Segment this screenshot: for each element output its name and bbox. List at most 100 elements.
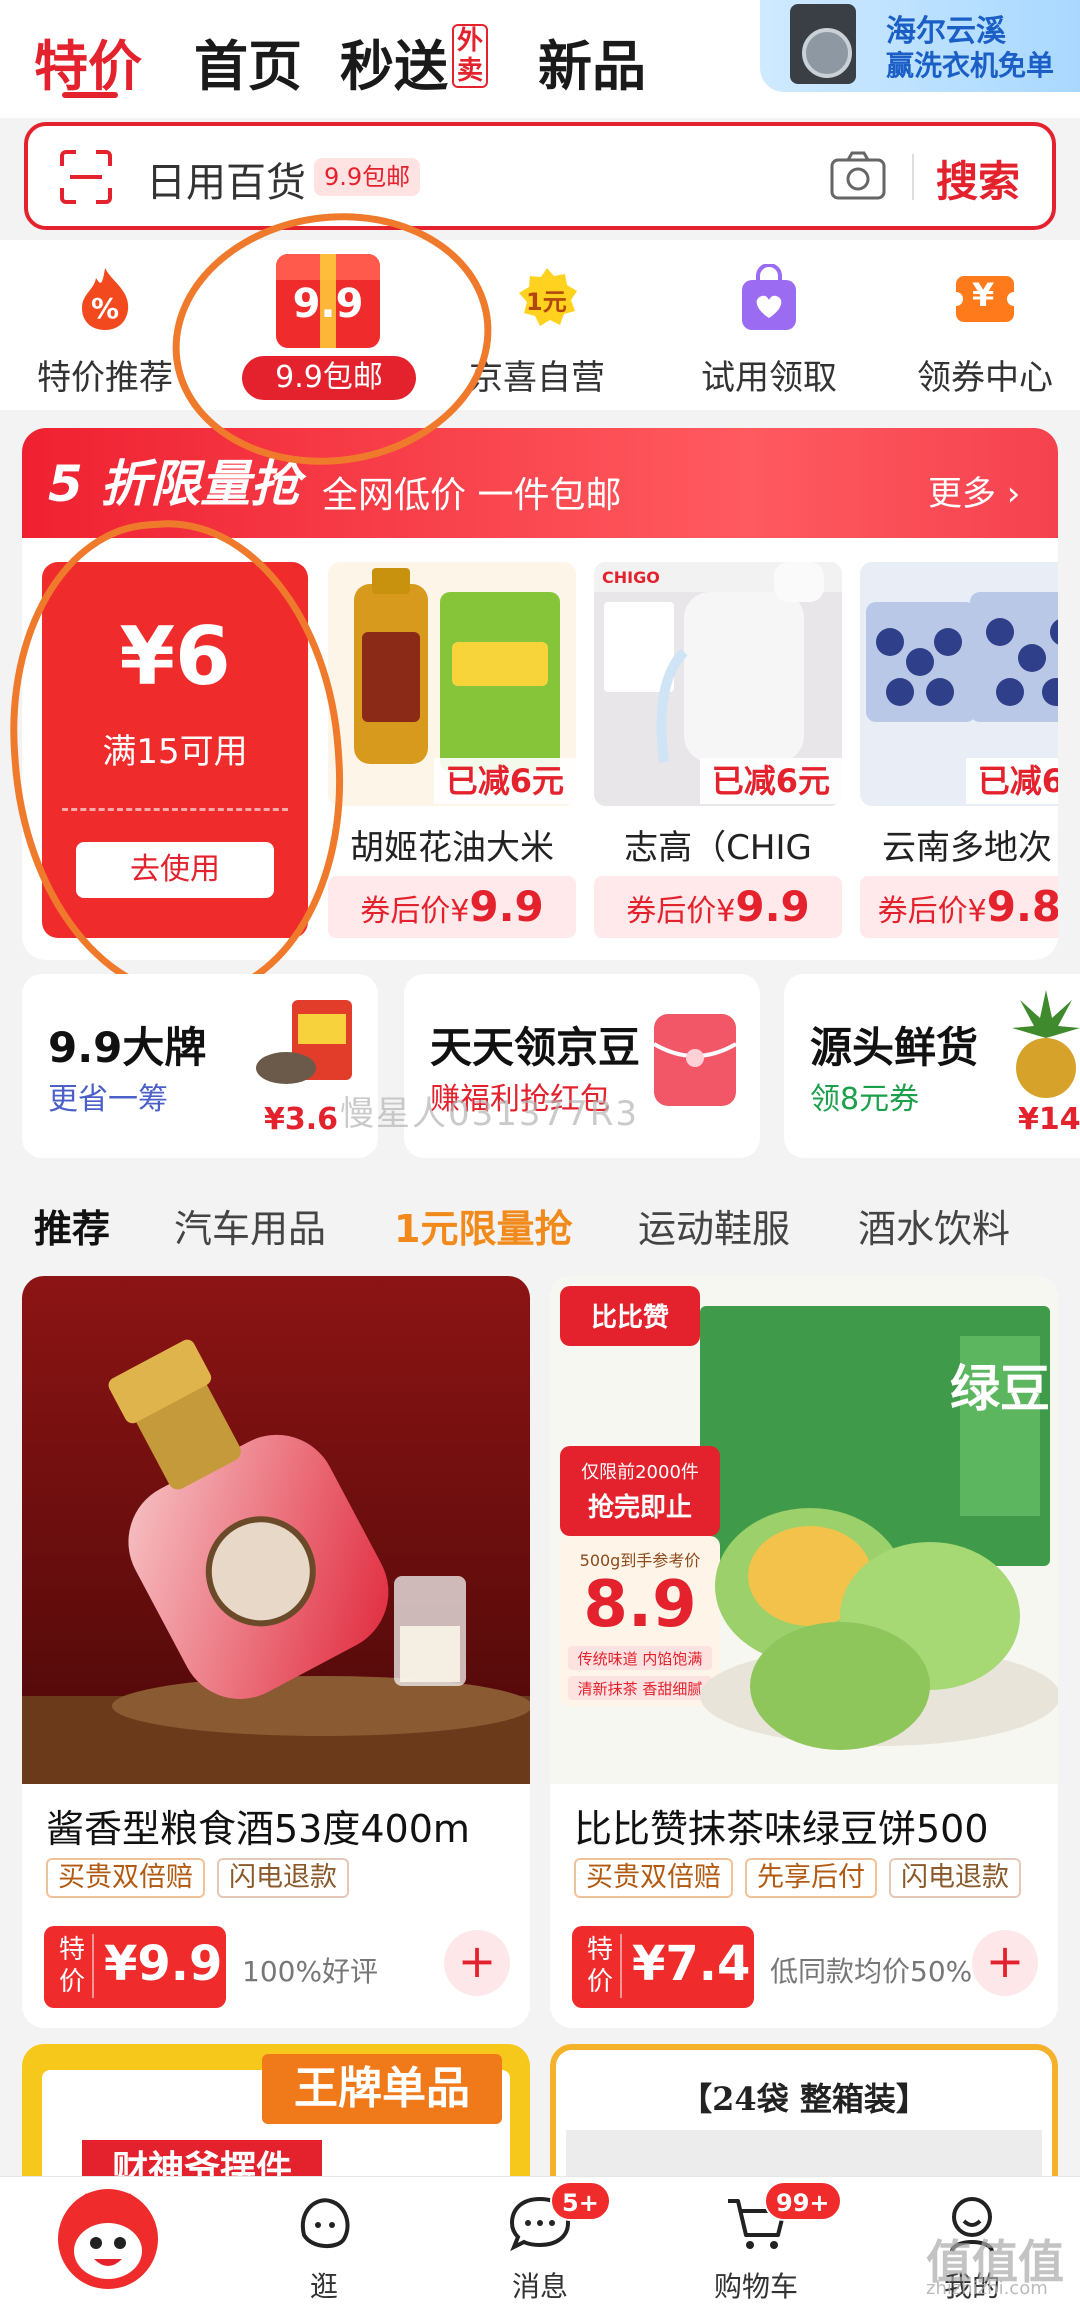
waimai-badge: 外卖	[452, 24, 488, 88]
promo-card-big-brand[interactable]: 9.9大牌 更省一筹 ¥3.6	[22, 974, 378, 1158]
flash-product[interactable]: CHIGO 已减6元 志高（CHIG 券后价¥9.9	[594, 562, 842, 938]
tag-double-refund: 买贵双倍赔	[574, 1858, 733, 1898]
price-badge: 特价 ¥7.45	[572, 1926, 784, 2008]
product-image-mung-cake: 绿豆 比比赞 仅限前2000件 抢完即止 500g到手参考价 8.9 传统味道 …	[550, 1276, 1058, 1784]
product-price-note: 低同款均价50%	[770, 1955, 973, 1988]
nav-browse[interactable]: 逛	[216, 2177, 432, 2314]
price-badge: 特价 ¥9.9	[44, 1926, 226, 2008]
tag-double-refund: 买贵双倍赔	[46, 1858, 205, 1898]
site-watermark-url: zhizhizhi.com	[926, 2278, 1048, 2299]
svg-text:CHIGO: CHIGO	[602, 568, 660, 587]
feature-2: 清新抹茶 香甜细腻	[578, 1680, 703, 1698]
special-tag: 特价	[52, 1934, 94, 1998]
bottom-nav: 逛 5+ 消息 99+ 购物车 我的	[0, 2176, 1080, 2314]
product-price: ¥9.9	[104, 1936, 223, 1992]
discount-label: 已减6元	[699, 758, 842, 804]
nav-messages[interactable]: 5+ 消息	[432, 2177, 648, 2314]
tab-seconds[interactable]: 秒送	[340, 22, 448, 101]
product-price: 券后价¥9.89	[860, 876, 1058, 938]
add-to-cart-button[interactable]: +	[444, 1930, 510, 1996]
nav-label: 购物车	[713, 2270, 798, 2303]
watermark-text: 慢星人031377R3	[340, 1094, 640, 1134]
product-name: 志高（CHIG	[624, 828, 812, 868]
flash-sale-subtitle: 全网低价 一件包邮	[322, 475, 622, 516]
search-divider	[912, 154, 914, 200]
jd-mascot-icon	[58, 2189, 158, 2289]
cart-badge: 99+	[764, 2181, 842, 2221]
filter-tab-recommend[interactable]: 推荐	[34, 1198, 110, 1253]
face-icon	[300, 2198, 350, 2248]
category-label: 试用领取	[701, 358, 837, 398]
category-trial[interactable]: 试用领取	[664, 240, 874, 410]
product-tags: 买贵双倍赔 闪电退款	[46, 1858, 349, 1902]
tab-special[interactable]: 特价	[34, 22, 142, 101]
ad-subtitle: 赢洗衣机免单	[886, 49, 1055, 82]
tab-underline	[62, 92, 118, 98]
heart-bag-icon	[742, 264, 796, 330]
product-title: 酱香型粮食酒53度400m	[46, 1807, 470, 1851]
product-title: 比比赞抹茶味绿豆饼500	[574, 1807, 989, 1851]
product-price: 券后价¥9.9	[594, 876, 842, 938]
coupon-icon-text: ¥	[972, 276, 995, 314]
promo-subtitle: 领8元券	[810, 1082, 920, 1117]
reference-price: 8.9	[583, 1568, 696, 1642]
promo-title: 天天领京豆	[430, 1023, 641, 1072]
filter-tab-auto[interactable]: 汽车用品	[174, 1198, 326, 1253]
product-price: ¥7.45	[632, 1936, 784, 1992]
washing-machine-image	[790, 4, 856, 84]
promo-flag-2: 抢完即止	[588, 1492, 692, 1523]
camera-icon[interactable]	[828, 148, 888, 204]
ad-banner[interactable]: 海尔云溪 赢洗衣机免单	[760, 0, 1080, 92]
search-promo-tag: 9.9包邮	[314, 158, 421, 196]
tag-fast-refund: 闪电退款	[889, 1858, 1021, 1898]
tag-pay-later: 先享后付	[745, 1858, 877, 1898]
promo-flag: 仅限前2000件	[581, 1462, 699, 1483]
flash-sale-more-link[interactable]: 更多 ›	[928, 466, 1020, 515]
product-card[interactable]: 酱香型粮食酒53度400m 买贵双倍赔 闪电退款 特价 ¥9.9 100%好评 …	[22, 1276, 530, 2028]
product-card[interactable]: 绿豆 比比赞 仅限前2000件 抢完即止 500g到手参考价 8.9 传统味道 …	[550, 1276, 1058, 2028]
product-name: 胡姬花油大米	[350, 828, 554, 868]
tab-home[interactable]: 首页	[194, 22, 302, 101]
nav-home-mascot[interactable]	[0, 2177, 216, 2314]
search-bar[interactable]: 日用百货 9.9包邮 搜索	[24, 122, 1056, 230]
category-label: 领券中心	[917, 358, 1053, 398]
tag-fast-refund: 闪电退款	[217, 1858, 349, 1898]
svg-text:%: %	[91, 292, 119, 325]
filter-tab-1yuan[interactable]: 1元限量抢	[394, 1198, 572, 1253]
special-tag: 特价	[580, 1934, 622, 1998]
flame-percent-icon: %	[82, 268, 129, 330]
product-tags: 买贵双倍赔 先享后付 闪电退款	[574, 1858, 1021, 1902]
category-coupon-center[interactable]: ¥ 领券中心	[880, 240, 1080, 410]
category-row: % 特价推荐 9.9 9.9包邮 1元 京喜自营 试用领取 ¥ 领券中心	[0, 240, 1080, 410]
pineapple-image	[1012, 990, 1080, 1098]
promo-title: 9.9大牌	[48, 1023, 207, 1072]
nav-label: 逛	[309, 2270, 338, 2303]
promo-title: 源头鲜货	[810, 1023, 979, 1072]
message-badge: 5+	[550, 2181, 611, 2221]
filter-tabs: 推荐 汽车用品 1元限量抢 运动鞋服 酒水饮料	[0, 1180, 1080, 1270]
promo-price: ¥14.	[1018, 1102, 1080, 1137]
discount-label: 已减6元	[433, 758, 576, 804]
discount-label: 已减6元	[965, 758, 1058, 804]
flash-product[interactable]: 已减6元 胡姬花油大米 券后价¥9.9	[328, 562, 576, 938]
add-to-cart-button[interactable]: +	[972, 1930, 1038, 1996]
yuan-badge-text: 1元	[526, 288, 567, 316]
product-rating: 100%好评	[242, 1955, 379, 1988]
nav-label: 消息	[511, 2270, 568, 2303]
promo-card-fresh[interactable]: 源头鲜货 领8元券 ¥14.	[784, 974, 1080, 1158]
brand-logo: 比比赞	[591, 1303, 669, 1333]
product-price: 券后价¥9.9	[328, 876, 576, 938]
tab-new[interactable]: 新品	[538, 22, 646, 101]
filter-tab-drinks[interactable]: 酒水饮料	[858, 1198, 1010, 1253]
search-input[interactable]: 日用百货	[146, 150, 306, 208]
product-name: 云南多地次日	[882, 828, 1058, 868]
box-label: 绿豆	[950, 1360, 1050, 1418]
search-button[interactable]: 搜索	[936, 148, 1020, 209]
flash-product[interactable]: 已减6元 云南多地次日 券后价¥9.89	[860, 562, 1058, 938]
filter-tab-sports[interactable]: 运动鞋服	[638, 1198, 790, 1253]
product-image-baijiu	[22, 1276, 530, 1784]
red-envelope-icon	[652, 1014, 738, 1106]
scan-icon[interactable]	[58, 150, 114, 204]
top-nav: 特价 首页 秒送 外卖 新品 海尔云溪 赢洗衣机免单	[0, 0, 1080, 118]
nav-cart[interactable]: 99+ 购物车	[648, 2177, 864, 2314]
